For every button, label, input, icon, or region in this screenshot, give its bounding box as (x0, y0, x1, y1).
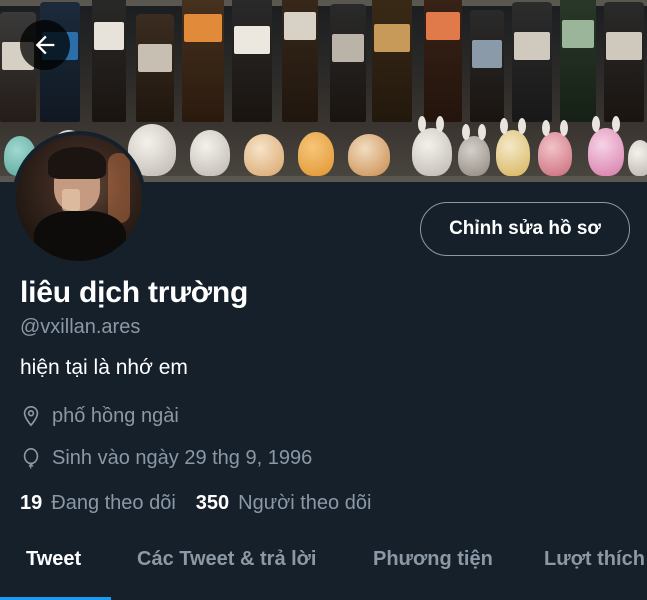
banner-bottle (282, 0, 318, 122)
avatar-image (16, 135, 142, 261)
banner-figurine (244, 134, 284, 176)
banner-bottle (604, 2, 644, 122)
banner-figurine (412, 116, 452, 176)
back-button[interactable] (20, 20, 70, 70)
banner-bottle (470, 10, 504, 122)
follow-stats: 19 Đang theo dõi 350 Người theo dõi (20, 492, 391, 515)
followers-label[interactable]: Người theo dõi (238, 492, 371, 515)
tab-tweets-and-replies[interactable]: Các Tweet & trả lời (137, 548, 316, 571)
tab-media[interactable]: Phương tiện (373, 548, 493, 571)
birthday-row: Sinh vào ngày 29 thg 9, 1996 (20, 446, 312, 470)
followers-count[interactable]: 350 (196, 492, 229, 515)
banner-bottle (92, 0, 126, 122)
balloon-icon (23, 448, 39, 469)
banner-bottle (424, 0, 462, 122)
banner-bottle (182, 0, 224, 122)
user-handle: @vxillan.ares (20, 316, 141, 338)
banner-figurine (190, 130, 230, 176)
profile-bio: hiện tại là nhớ em (20, 356, 188, 379)
arrow-left-icon (35, 35, 55, 55)
tab-likes[interactable]: Lượt thích (544, 548, 645, 571)
banner-figurine (298, 132, 334, 176)
following-count[interactable]: 19 (20, 492, 42, 515)
banner-figurine (628, 140, 647, 176)
banner-bottle (560, 0, 596, 122)
location-row: phố hồng ngài (20, 404, 179, 428)
edit-profile-button[interactable]: Chỉnh sửa hồ sơ (420, 202, 630, 256)
banner-figurine (458, 124, 490, 176)
banner-bottle (372, 0, 412, 122)
banner-bottle (512, 2, 552, 122)
display-name: liêu dịch trường (20, 276, 249, 309)
profile-tabs: Tweet Các Tweet & trả lời Phương tiện Lư… (0, 530, 647, 600)
birthday-text: Sinh vào ngày 29 thg 9, 1996 (52, 446, 313, 469)
banner-bottle (136, 14, 174, 122)
location-pin-icon (23, 406, 39, 427)
banner-bottle (330, 4, 366, 122)
banner-figurine (588, 116, 624, 176)
profile-avatar[interactable] (12, 131, 146, 265)
banner-figurine (496, 118, 530, 176)
location-text: phố hồng ngài (52, 404, 179, 427)
banner-bottle (232, 0, 272, 122)
banner-figurine (538, 120, 572, 176)
banner-figurine (348, 134, 390, 176)
following-label[interactable]: Đang theo dõi (51, 492, 176, 515)
tab-tweets[interactable]: Tweet (26, 548, 81, 571)
